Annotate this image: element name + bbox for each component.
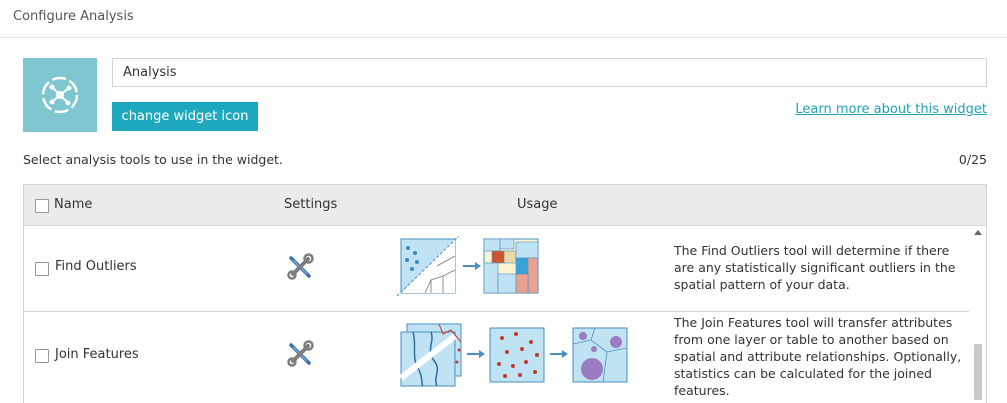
learn-more-link[interactable]: Learn more about this widget: [795, 102, 987, 117]
scrollbar-thumb[interactable]: [974, 344, 982, 400]
widget-name-input[interactable]: [112, 58, 987, 87]
tool-description-join-features: The Join Features tool will transfer att…: [674, 315, 962, 398]
join-features-settings-button[interactable]: [285, 339, 315, 369]
find-outliers-diagram-icon: [395, 235, 541, 300]
tool-name-join-features: Join Features: [55, 347, 139, 362]
analysis-network-icon: [41, 76, 79, 114]
widget-icon-tile[interactable]: [23, 58, 97, 132]
table-row-find-outliers: Find Outliers The Find Outliers tool wil…: [24, 226, 970, 312]
selected-tools-count: 0/25: [958, 152, 987, 167]
wrench-screwdriver-icon: [287, 253, 314, 280]
column-header-name: Name: [54, 197, 93, 212]
tools-table-header: Name Settings Usage: [23, 184, 987, 226]
column-header-settings: Settings: [284, 197, 338, 212]
tools-table-body[interactable]: Find Outliers The Find Outliers tool wil…: [23, 226, 987, 403]
column-header-usage: Usage: [517, 197, 558, 212]
table-row-join-features: Join Features The Join Features tool wil…: [24, 312, 970, 403]
join-features-checkbox[interactable]: [35, 349, 49, 363]
scroll-up-arrow-icon[interactable]: [974, 230, 982, 235]
find-outliers-checkbox[interactable]: [35, 262, 49, 276]
select-all-checkbox[interactable]: [35, 199, 49, 213]
change-widget-icon-button[interactable]: change widget icon: [112, 102, 258, 131]
join-features-diagram-icon: [395, 322, 631, 392]
tool-name-find-outliers: Find Outliers: [55, 259, 137, 274]
wrench-screwdriver-icon: [287, 340, 314, 367]
tools-instruction: Select analysis tools to use in the widg…: [23, 152, 283, 167]
table-scrollbar[interactable]: [969, 226, 986, 403]
panel-header: Configure Analysis: [0, 0, 1007, 38]
tool-description-find-outliers: The Find Outliers tool will determine if…: [674, 243, 956, 292]
panel-title: Configure Analysis: [13, 9, 134, 24]
find-outliers-settings-button[interactable]: [285, 252, 315, 282]
